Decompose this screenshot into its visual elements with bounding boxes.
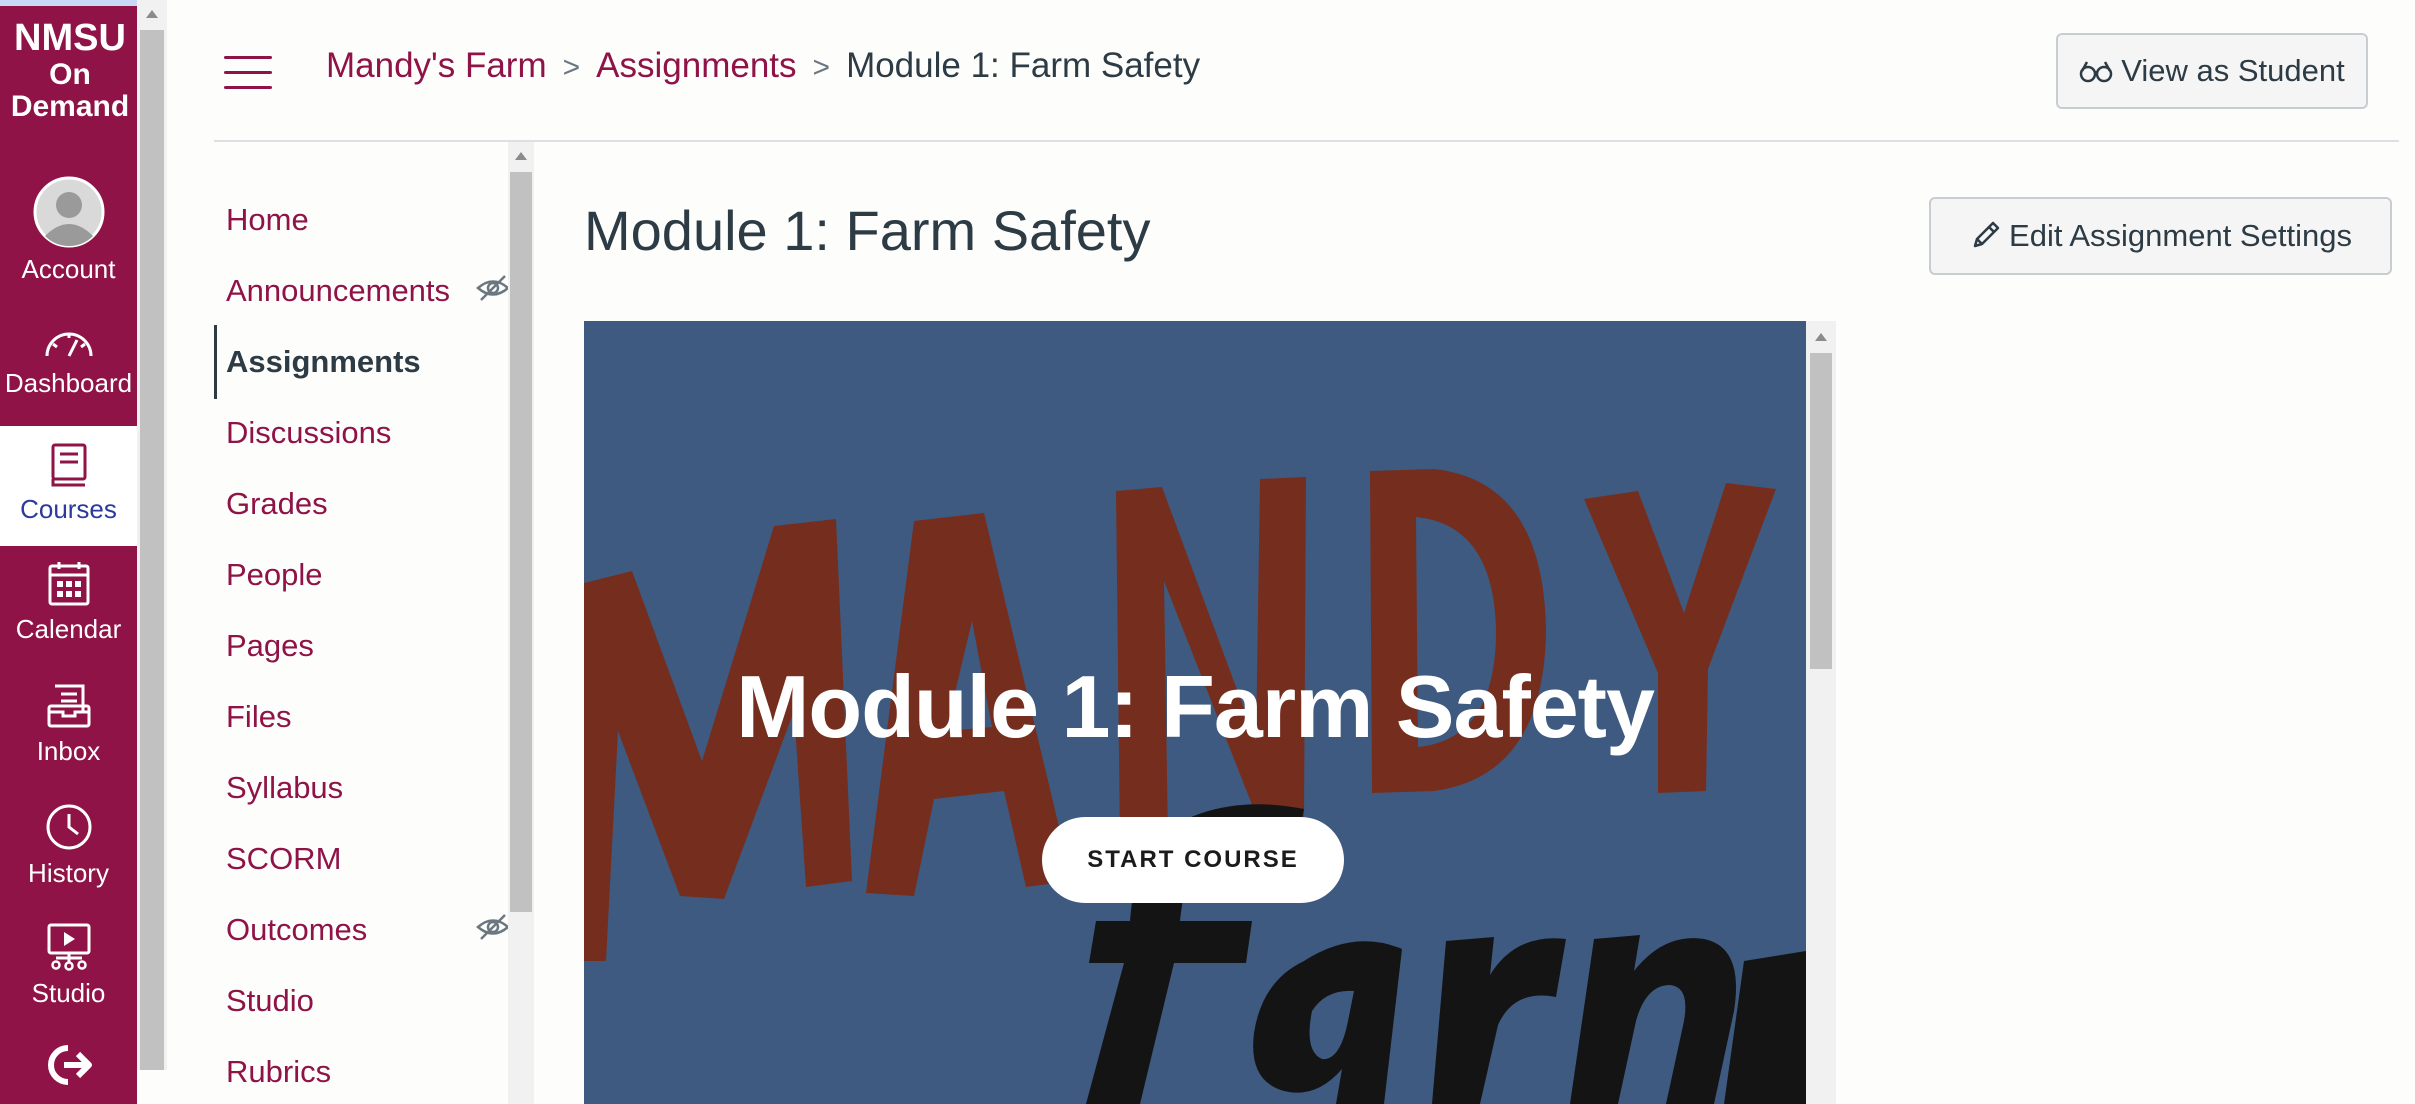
- breadcrumb-separator-icon: >: [812, 51, 831, 84]
- courses-icon: [51, 443, 86, 487]
- course-nav-syllabus[interactable]: Syllabus: [226, 770, 343, 806]
- global-nav-inbox[interactable]: Inbox: [0, 682, 137, 767]
- brand-line-2: On: [49, 58, 91, 92]
- logout-icon: [47, 1045, 92, 1085]
- history-icon: [46, 804, 91, 850]
- inbox-icon: [47, 684, 90, 728]
- global-nav-dashboard[interactable]: Dashboard: [0, 322, 137, 399]
- global-nav-account[interactable]: Account: [0, 176, 137, 285]
- course-banner: Module 1: Farm Safety START COURSE: [584, 321, 1806, 1104]
- breadcrumb-current: Module 1: Farm Safety: [846, 46, 1201, 85]
- edit-assignment-settings-button[interactable]: Edit Assignment Settings: [1929, 197, 2392, 275]
- course-nav-rubrics[interactable]: Rubrics: [226, 1054, 331, 1090]
- course-nav-files[interactable]: Files: [226, 699, 291, 735]
- course-nav-home[interactable]: Home: [226, 202, 309, 238]
- scroll-up-arrow-icon[interactable]: [146, 10, 158, 18]
- breadcrumb: Mandy's Farm > Assignments > Module 1: Farm …: [326, 46, 1200, 86]
- global-nav-label: Studio: [31, 978, 106, 1008]
- banner-title: Module 1: Farm Safety: [736, 657, 1655, 756]
- course-nav-pages[interactable]: Pages: [226, 628, 314, 664]
- course-nav-label: Announcements: [226, 273, 451, 308]
- breadcrumb-course[interactable]: Mandy's Farm: [326, 46, 547, 85]
- avatar-icon: [33, 176, 104, 248]
- scrollbar-thumb[interactable]: [140, 30, 164, 1070]
- hidden-eye-icon: [476, 914, 510, 940]
- page-title: Module 1: Farm Safety: [584, 199, 1151, 262]
- global-nav-label: Courses: [20, 494, 117, 524]
- course-nav-grades[interactable]: Grades: [226, 486, 328, 522]
- active-indicator: [214, 325, 217, 399]
- pencil-icon: [1973, 221, 2000, 248]
- edit-assignment-settings-label: Edit Assignment Settings: [2009, 218, 2352, 253]
- course-nav-studio[interactable]: Studio: [226, 983, 314, 1019]
- course-nav-scrollbar[interactable]: [508, 142, 534, 1104]
- global-nav-label: Calendar: [15, 614, 122, 644]
- global-nav-label: History: [28, 858, 109, 888]
- breadcrumb-assignments[interactable]: Assignments: [596, 46, 796, 85]
- top-strip: [0, 0, 137, 6]
- view-as-student-label: View as Student: [2121, 53, 2345, 88]
- global-nav-label: Dashboard: [4, 368, 133, 398]
- global-nav-calendar[interactable]: Calendar: [0, 560, 137, 645]
- course-nav-label: Outcomes: [226, 912, 368, 947]
- course-nav-scorm[interactable]: SCORM: [226, 841, 341, 877]
- scroll-up-arrow-icon[interactable]: [1815, 333, 1827, 341]
- scrollbar-thumb[interactable]: [510, 172, 532, 912]
- hamburger-menu-icon[interactable]: [224, 56, 272, 90]
- global-nav-scrollbar[interactable]: [137, 0, 167, 1070]
- global-nav-courses[interactable]: Courses: [0, 426, 137, 546]
- scrollbar-thumb[interactable]: [1810, 353, 1832, 669]
- studio-icon: [47, 923, 90, 971]
- course-nav-assignments[interactable]: Assignments: [226, 344, 421, 380]
- global-nav-studio[interactable]: Studio: [0, 922, 137, 1009]
- view-as-student-button[interactable]: View as Student: [2056, 33, 2368, 109]
- brand-line-1: NMSU: [14, 17, 126, 59]
- course-nav-announcements[interactable]: Announcements: [226, 273, 510, 309]
- breadcrumb-separator-icon: >: [562, 51, 581, 84]
- course-nav-discussions[interactable]: Discussions: [226, 415, 391, 451]
- global-nav-logout[interactable]: [0, 1044, 137, 1092]
- course-nav-outcomes[interactable]: Outcomes: [226, 912, 510, 948]
- course-nav-people[interactable]: People: [226, 557, 323, 593]
- brand-logo[interactable]: NMSU On Demand: [6, 17, 134, 124]
- global-nav-history[interactable]: History: [0, 802, 137, 889]
- glasses-icon: [2080, 61, 2113, 83]
- global-nav: NMSU On Demand Account Dashboard Courses: [0, 0, 137, 1104]
- start-course-button[interactable]: START COURSE: [1042, 817, 1344, 903]
- scroll-up-arrow-icon[interactable]: [515, 152, 527, 160]
- dashboard-icon: [45, 332, 92, 357]
- global-nav-label: Inbox: [36, 736, 101, 766]
- brand-line-3: Demand: [10, 90, 130, 124]
- calendar-icon: [48, 562, 89, 606]
- hidden-eye-icon: [476, 275, 510, 301]
- global-nav-label: Account: [21, 254, 116, 284]
- banner-scrollbar[interactable]: [1806, 321, 1836, 1104]
